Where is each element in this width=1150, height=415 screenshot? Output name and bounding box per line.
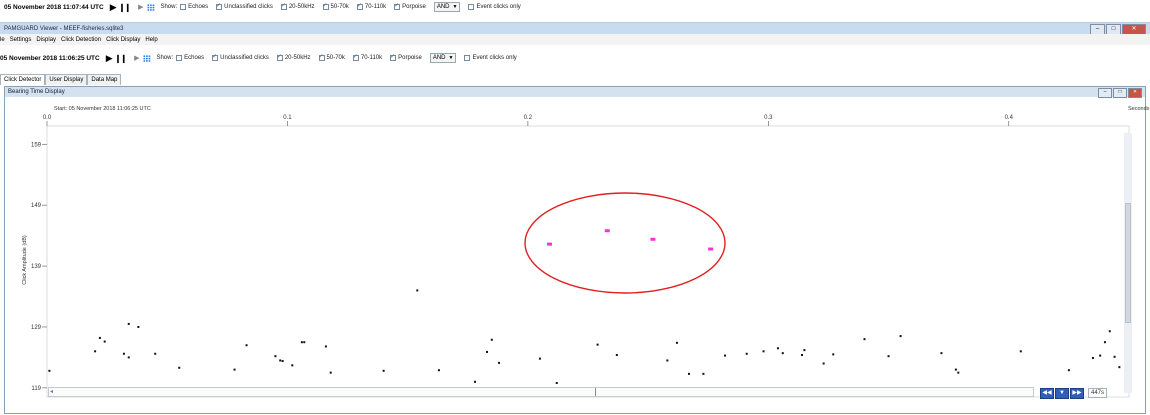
click-point (94, 350, 97, 353)
click-point (1099, 354, 1102, 357)
vertical-scrollbar[interactable] (1124, 133, 1132, 393)
highlighted-click-point (604, 229, 610, 233)
click-point (899, 335, 902, 338)
click-point (1103, 341, 1106, 344)
click-point (437, 369, 440, 372)
click-point (887, 355, 890, 358)
click-point (666, 359, 669, 362)
horizontal-scrollbar-thumb[interactable] (595, 388, 596, 396)
click-point (98, 336, 101, 339)
click-point (940, 352, 943, 355)
plot-frame (46, 125, 1130, 398)
x-tick-label: 0.1 (283, 115, 292, 121)
vertical-scrollbar-thumb[interactable] (1125, 203, 1131, 323)
click-point (675, 341, 678, 344)
x-axis-ticks: 0.0 0.1 0.2 0.3 0.4 (43, 115, 1014, 126)
click-point (473, 380, 476, 383)
click-point (324, 345, 327, 348)
click-point (490, 338, 493, 341)
y-axis-label: Click Amplitude (dB) (22, 235, 28, 285)
click-point (122, 352, 125, 355)
highlighted-click-point (547, 242, 553, 246)
click-point (127, 356, 130, 359)
y-tick-label: 159 (31, 142, 42, 148)
click-point (245, 344, 248, 347)
click-point (781, 352, 784, 355)
rewind-icon[interactable]: ◀◀ (1040, 387, 1054, 399)
click-point (1118, 366, 1121, 369)
click-point (687, 372, 690, 375)
click-point (498, 361, 501, 364)
click-point (103, 340, 106, 343)
click-point (724, 354, 727, 357)
click-point (300, 341, 303, 344)
click-point (486, 350, 489, 353)
click-point (382, 369, 385, 372)
click-point (329, 371, 332, 374)
click-point (127, 322, 130, 325)
click-point (615, 353, 618, 356)
range-field[interactable]: 447s (1088, 388, 1108, 398)
click-point (274, 355, 277, 358)
click-point (702, 372, 705, 375)
click-point (954, 368, 957, 371)
click-point (137, 325, 140, 328)
click-point (863, 338, 866, 341)
x-tick-label: 0.2 (524, 115, 533, 121)
click-point (538, 357, 541, 360)
click-point (178, 366, 181, 369)
click-point (281, 360, 284, 363)
click-point (416, 289, 419, 292)
y-tick-label: 139 (31, 264, 42, 270)
y-tick-label: 149 (31, 203, 42, 209)
click-point (1019, 350, 1022, 353)
y-tick-label: 119 (31, 386, 41, 392)
dropdown-icon[interactable]: ▼ (1055, 387, 1069, 399)
click-point (1108, 330, 1111, 333)
click-point (745, 352, 748, 355)
fast-forward-icon[interactable]: ▶▶ (1070, 387, 1084, 399)
y-axis-ticks: 119 129 139 149 159 (31, 142, 47, 392)
navigation-controls: ◀◀ ▼ ▶▶ 447s (1040, 387, 1108, 399)
click-point (762, 350, 765, 353)
click-point (832, 353, 835, 356)
highlighted-click-point (708, 247, 714, 251)
y-tick-label: 129 (31, 325, 42, 331)
click-point (154, 352, 157, 355)
seconds-label: Seconds (1128, 106, 1150, 112)
click-point (800, 353, 803, 356)
click-point (279, 359, 282, 362)
click-point (1067, 369, 1070, 372)
click-point (303, 341, 306, 344)
click-amplitude-plot[interactable]: Start: 05 November 2018 11:06:25 UTC Sec… (0, 0, 1150, 415)
horizontal-scrollbar[interactable]: ◂ (48, 387, 1034, 397)
click-points (48, 229, 1121, 384)
start-label: Start: 05 November 2018 11:06:25 UTC (54, 106, 151, 112)
click-point (555, 381, 558, 384)
scroll-left-icon[interactable]: ◂ (50, 389, 56, 395)
x-tick-label: 0.3 (764, 115, 773, 121)
click-point (776, 347, 779, 350)
click-point (957, 371, 960, 374)
click-point (233, 368, 236, 371)
annotation-ellipse (524, 192, 726, 294)
click-point (48, 369, 51, 372)
highlighted-click-point (650, 237, 656, 241)
click-point (1091, 357, 1094, 360)
x-tick-label: 0.0 (43, 115, 52, 121)
click-point (822, 362, 825, 365)
click-point (803, 349, 806, 352)
x-tick-label: 0.4 (1005, 115, 1014, 121)
click-point (1113, 355, 1116, 358)
click-point (596, 343, 599, 346)
click-point (291, 364, 294, 367)
